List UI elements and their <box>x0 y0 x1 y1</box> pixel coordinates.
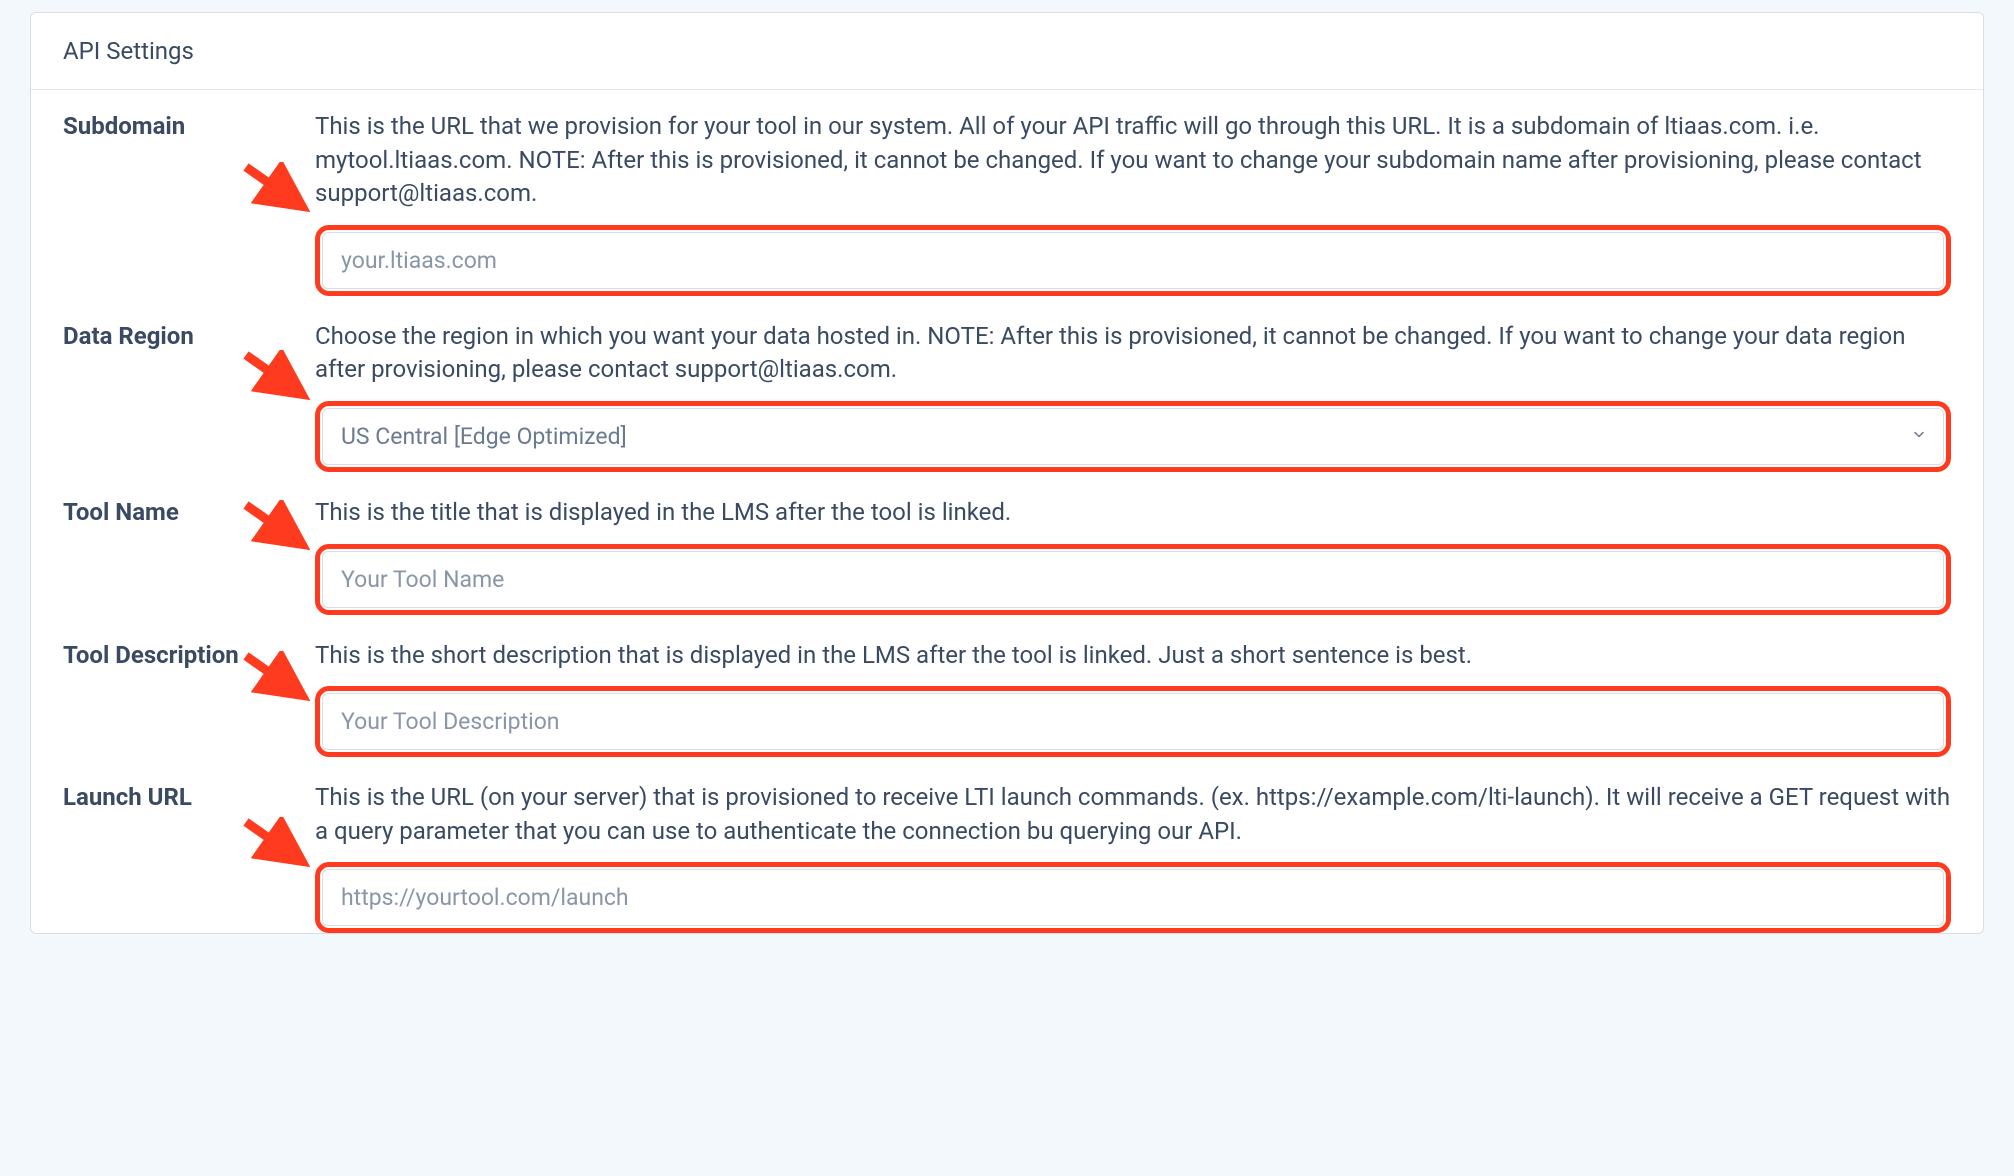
subdomain-input[interactable] <box>322 232 1944 289</box>
label-col-subdomain: Subdomain <box>63 110 315 140</box>
highlight-tool-name <box>315 544 1951 615</box>
row-data-region: Data Region Choose the region in which y… <box>63 320 1951 486</box>
tool-description-input[interactable] <box>322 693 1944 750</box>
row-tool-description: Tool Description This is the short descr… <box>63 639 1951 772</box>
help-launch-url: This is the URL (on your server) that is… <box>315 781 1951 848</box>
label-launch-url: Launch URL <box>63 783 315 811</box>
content-col-tool-description: This is the short description that is di… <box>315 639 1951 772</box>
row-subdomain: Subdomain This is the URL that we provis… <box>63 110 1951 310</box>
highlight-launch-url <box>315 862 1951 933</box>
annotation-arrow-icon <box>241 651 321 701</box>
label-col-launch-url: Launch URL <box>63 781 315 811</box>
label-col-tool-name: Tool Name <box>63 496 315 526</box>
annotation-arrow-icon <box>241 162 321 212</box>
help-tool-name: This is the title that is displayed in t… <box>315 496 1951 530</box>
label-subdomain: Subdomain <box>63 112 315 140</box>
annotation-arrow-icon <box>241 817 321 867</box>
row-launch-url: Launch URL This is the URL (on your serv… <box>63 781 1951 933</box>
content-col-tool-name: This is the title that is displayed in t… <box>315 496 1951 629</box>
data-region-select[interactable]: US Central [Edge Optimized] <box>322 408 1944 465</box>
label-data-region: Data Region <box>63 322 315 350</box>
annotation-arrow-icon <box>241 500 321 550</box>
launch-url-input[interactable] <box>322 869 1944 926</box>
annotation-arrow-icon <box>241 350 321 400</box>
help-data-region: Choose the region in which you want your… <box>315 320 1951 387</box>
content-col-subdomain: This is the URL that we provision for yo… <box>315 110 1951 310</box>
content-col-data-region: Choose the region in which you want your… <box>315 320 1951 486</box>
help-subdomain: This is the URL that we provision for yo… <box>315 110 1951 211</box>
highlight-tool-description <box>315 686 1951 757</box>
content-col-launch-url: This is the URL (on your server) that is… <box>315 781 1951 933</box>
select-wrap-data-region: US Central [Edge Optimized] <box>322 408 1944 465</box>
tool-name-input[interactable] <box>322 551 1944 608</box>
help-tool-description: This is the short description that is di… <box>315 639 1951 673</box>
card-title: API Settings <box>63 37 194 65</box>
card-header: API Settings <box>31 13 1983 90</box>
row-tool-name: Tool Name This is the title that is disp… <box>63 496 1951 629</box>
highlight-data-region: US Central [Edge Optimized] <box>315 401 1951 472</box>
label-col-data-region: Data Region <box>63 320 315 350</box>
api-settings-card: API Settings Subdomain This is the URL t… <box>30 12 1984 934</box>
label-col-tool-description: Tool Description <box>63 639 315 669</box>
card-body: Subdomain This is the URL that we provis… <box>31 90 1983 933</box>
highlight-subdomain <box>315 225 1951 296</box>
